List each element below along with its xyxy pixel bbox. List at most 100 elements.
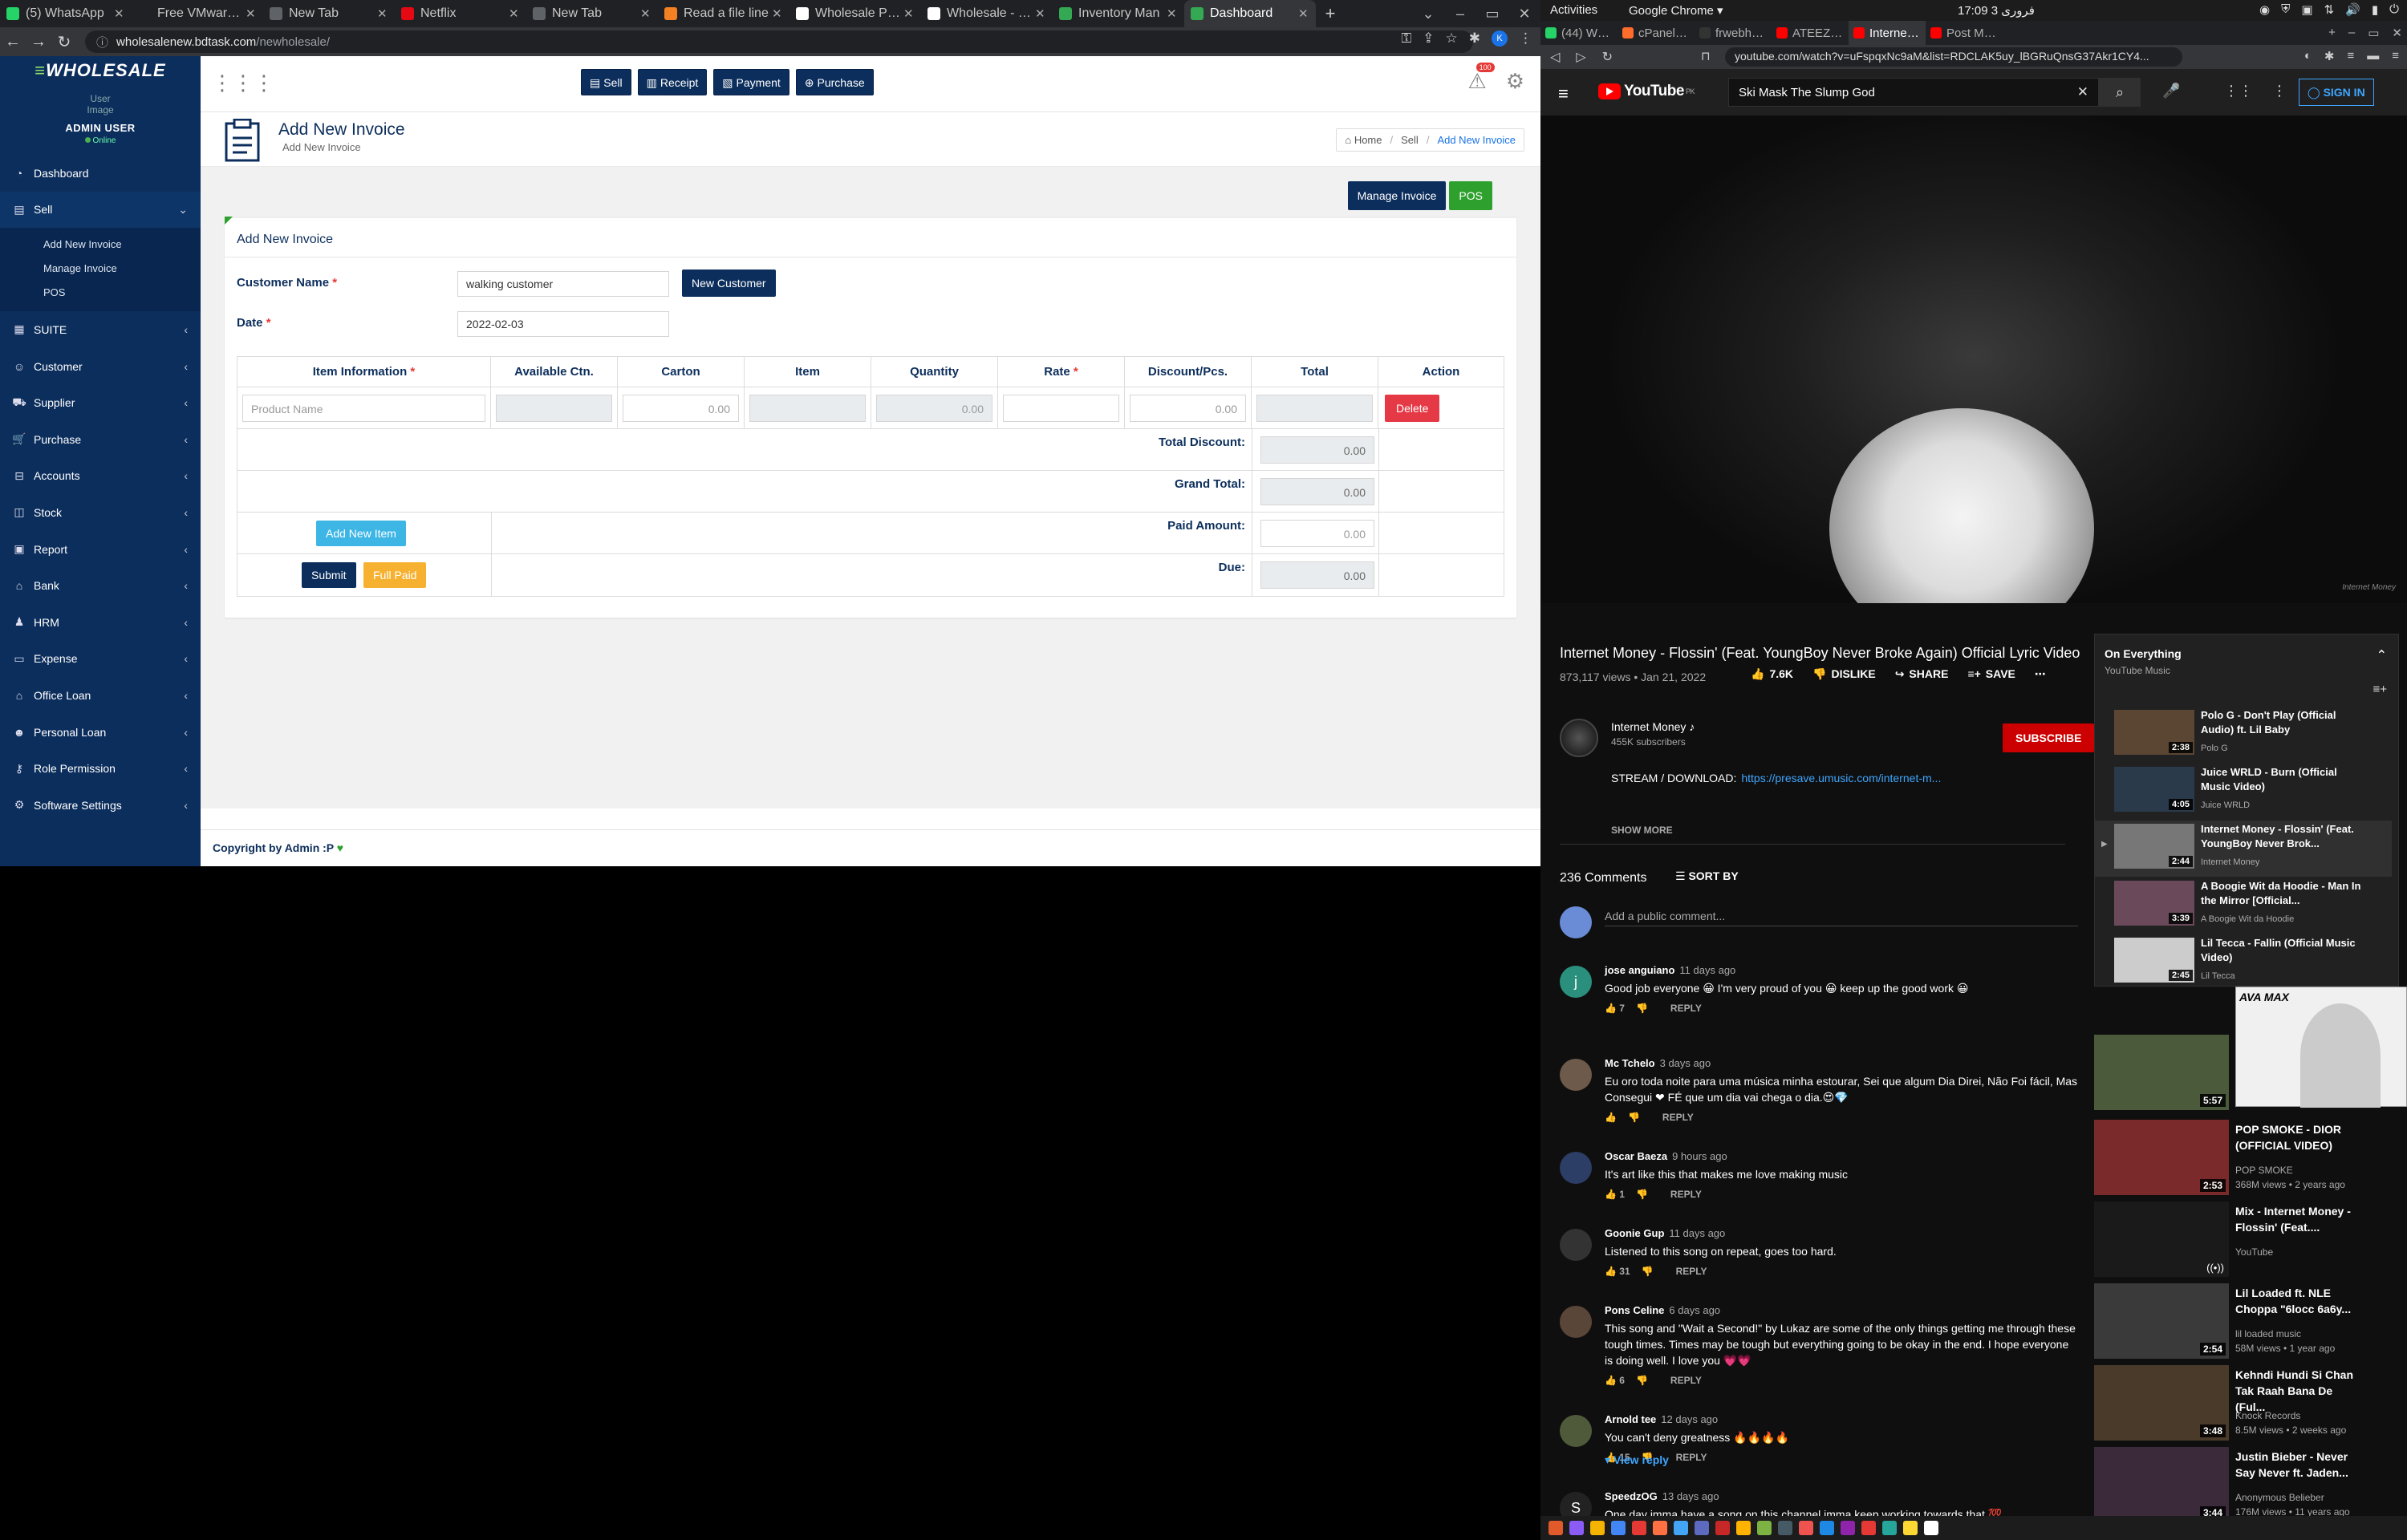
comment-avatar[interactable] [1560,1306,1592,1338]
playlist-item[interactable]: 2:38 Polo G - Don't Play (Official Audio)… [2095,707,2392,763]
browser-tab[interactable]: ATEEZ - YouTub [1772,21,1849,45]
clock[interactable]: 17:09 3 فروری [1958,3,2035,18]
pos-button[interactable]: POS [1449,181,1492,210]
minimize-icon[interactable]: – [1444,6,1476,22]
comment-like-button[interactable]: 👍 1 [1605,1189,1625,1200]
taskbar-app-icon[interactable] [1569,1521,1584,1535]
sidebar-item-hrm[interactable]: ♟ HRM ‹ [0,604,201,641]
comment-avatar[interactable] [1560,1229,1592,1261]
tray-app-icon[interactable]: ▣ [2301,2,2312,17]
date-input[interactable]: 2022-02-03 [457,311,669,337]
puzzle-icon[interactable]: ✱ [2324,49,2335,63]
taskbar-app-icon[interactable] [1674,1521,1688,1535]
sidebar-item-personal-loan[interactable]: ☻ Personal Loan ‹ [0,714,201,751]
microphone-icon[interactable]: 🎤 [2162,83,2180,99]
close-tab-icon[interactable]: ✕ [1167,6,1178,21]
close-tab-icon[interactable]: ✕ [1035,6,1046,21]
sidebar-item-stock[interactable]: ◫ Stock ‹ [0,494,201,531]
like-button[interactable]: 👍 7.6K [1751,667,1793,681]
sidebar-item-office-loan[interactable]: ⌂ Office Loan ‹ [0,677,201,714]
discount-input[interactable]: 0.00 [1130,395,1246,422]
playlist-options-icon[interactable]: ≡+ [2372,683,2387,696]
channel-name[interactable]: Internet Money ♪ [1611,720,1772,733]
taskbar-app-icon[interactable] [1861,1521,1876,1535]
sidebar-item-expense[interactable]: ▭ Expense ‹ [0,641,201,678]
taskbar-app-icon[interactable] [1632,1521,1646,1535]
extension-icon[interactable]: ◐ [2304,49,2312,63]
browser-tab[interactable]: Internet M [1849,21,1926,45]
comment-like-button[interactable]: 👍 7 [1605,1003,1625,1014]
comment-like-button[interactable]: 👍 [1605,1112,1617,1123]
view-reply-button[interactable]: ▾ View reply [1605,1453,1669,1467]
submit-button[interactable]: Submit [302,562,356,588]
settings-gear-icon[interactable]: ⚙ [1506,69,1524,94]
top-payment-button[interactable]: ▧ Payment [713,69,789,95]
share-button[interactable]: ↪ SHARE [1895,667,1949,681]
manage-invoice-button[interactable]: Manage Invoice [1347,181,1447,210]
reply-button[interactable]: REPLY [1676,1452,1707,1463]
taskbar-app-icon[interactable] [1736,1521,1751,1535]
show-more-button[interactable]: SHOW MORE [1611,825,1673,836]
clear-search-icon[interactable]: ✕ [2077,84,2088,100]
comment-author[interactable]: Pons Celine [1605,1304,1664,1316]
recommended-video[interactable]: 3:48 Kehndi Hundi Si Chan Tak Raah Bana D… [2094,1365,2407,1444]
warning-notification-icon[interactable]: ⚠ 100 [1467,63,1495,94]
activities-button[interactable]: Activities [1550,3,1597,17]
browser-tab[interactable]: (44) WhatsApp [1540,21,1618,45]
taskbar-app-icon[interactable] [1695,1521,1709,1535]
sidebar-item-report[interactable]: ▣ Report ‹ [0,531,201,568]
browser-tab[interactable]: Post Malone - [1926,21,2003,45]
comment-author[interactable]: jose anguiano [1605,964,1674,976]
thumbs-down-icon[interactable]: 👎 [1628,1112,1640,1123]
browser-tab[interactable]: Netflix ✕ [395,0,526,27]
recommended-video[interactable]: 2:53 POP SMOKE - DIOR (OFFICIAL VIDEO) POP… [2094,1120,2407,1198]
close-tab-icon[interactable]: ✕ [1298,6,1309,21]
submenu-manage-invoice[interactable]: Manage Invoice [0,257,201,281]
thumbs-down-icon[interactable]: 👎 [1636,1375,1648,1386]
close-tab-icon[interactable]: ✕ [246,6,257,21]
network-icon[interactable]: ⇅ [2324,2,2335,17]
bookmark-star-icon[interactable]: ☆ [1446,30,1458,47]
playlist-title[interactable]: On Everything [2105,647,2182,660]
sidebar-item-purchase[interactable]: 🛒 Purchase ‹ [0,421,201,458]
close-tab-icon[interactable]: ✕ [772,6,783,21]
thumbs-down-icon[interactable]: 👎 [1636,1003,1648,1014]
channel-avatar[interactable] [1560,719,1598,757]
recommended-video[interactable]: 2:54 Lil Loaded ft. NLE Choppa "6locc 6a6… [2094,1283,2407,1362]
breadcrumb-home[interactable]: ⌂ Home [1345,134,1382,146]
comment-like-button[interactable]: 👍 6 [1605,1375,1625,1386]
sidebar-item-dashboard[interactable]: ◔ Dashboard [0,155,201,192]
restore-icon[interactable]: ▭ [2368,26,2379,40]
tray-app-icon[interactable]: ◉ [2259,2,2270,17]
sidebar-item-supplier[interactable]: ⛟ Supplier ‹ [0,384,201,421]
description-link[interactable]: https://presave.umusic.com/internet-m... [1741,772,1941,784]
minimize-icon[interactable]: – [2348,26,2355,40]
chevron-up-icon[interactable]: ⌃ [2377,647,2387,663]
hamburger-menu-icon[interactable]: ≡ [1558,83,1569,104]
wallet-icon[interactable]: ▬ [2367,49,2379,63]
product-name-input[interactable]: Product Name [242,395,485,422]
forward-icon[interactable]: → [26,33,51,51]
submenu-add-new-invoice[interactable]: Add New Invoice [0,233,201,257]
breadcrumb-sell[interactable]: Sell [1401,134,1419,146]
share-icon[interactable]: ⇪ [1423,30,1434,47]
sidebar-item-suite[interactable]: ▦ SUITE ‹ [0,311,201,348]
comment-author[interactable]: Goonie Gup [1605,1227,1664,1239]
back-icon[interactable]: ◁ [1550,49,1560,65]
carton-input[interactable]: 0.00 [623,395,739,422]
taskbar-app-icon[interactable] [1757,1521,1772,1535]
reply-button[interactable]: REPLY [1670,1375,1702,1386]
comment-author[interactable]: Arnold tee [1605,1413,1656,1425]
reload-icon[interactable]: ↻ [1602,49,1613,65]
recommended-video[interactable]: ((•)) Mix - Internet Money - Flossin' (Fe… [2094,1202,2407,1280]
playlist-item[interactable]: 2:45 Lil Tecca - Fallin (Official Music V… [2095,934,2392,991]
taskbar-app-icon[interactable] [1799,1521,1813,1535]
taskbar-app-icon[interactable] [1903,1521,1918,1535]
top-sell-button[interactable]: ▤ Sell [581,69,631,95]
browser-tab[interactable]: Free VMware V ✕ [132,0,263,27]
taskbar-app-icon[interactable] [1882,1521,1897,1535]
recommended-video[interactable]: 3:44 Justin Bieber - Never Say Never ft. … [2094,1447,2407,1526]
close-window-icon[interactable]: ✕ [2392,26,2402,40]
new-customer-button[interactable]: New Customer [682,270,776,297]
taskbar-app-icon[interactable] [1549,1521,1563,1535]
